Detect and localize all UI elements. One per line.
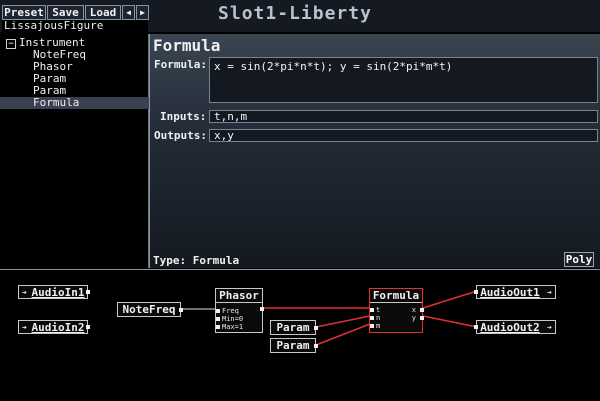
output-port[interactable] [260,307,264,311]
prev-preset-button[interactable]: ◀ [122,5,135,20]
output-port[interactable] [314,344,318,348]
formula-label: Formula: [154,58,207,71]
phasor-label: Phasor [216,289,262,303]
audioout2-label: AudioOut2 [480,321,540,334]
arrow-right-icon: ➔ [547,323,552,332]
audioin2-label: AudioIn2 [31,321,85,334]
param-node-2[interactable]: Param [270,338,318,353]
poly-button[interactable]: Poly [564,252,594,267]
outputs-field[interactable]: x,y [209,129,598,142]
formula-node-label: Formula [370,289,422,303]
inputs-field[interactable]: t,n,m [209,110,598,123]
input-port-t[interactable] [370,308,374,312]
load-button[interactable]: Load [85,5,121,20]
preset-button[interactable]: Preset [2,5,46,20]
param-node-1[interactable]: Param [270,320,318,335]
notefreq-label: NoteFreq [122,303,176,316]
port-label-y: y [411,314,416,322]
param-label: Param [276,321,310,334]
port-label-t: t [376,306,381,314]
audioout1-label: AudioOut1 [480,286,540,299]
patch-graph[interactable]: ➔ AudioIn1 ➔ AudioIn2 NoteFreq Phasor Fr… [0,269,600,400]
input-port-max[interactable] [216,325,220,329]
output-port[interactable] [314,326,318,330]
input-port-n[interactable] [370,316,374,320]
port-label-max: Max=1 [222,323,244,331]
instrument-tree: − Instrument NoteFreq Phasor Param Param… [0,34,181,268]
phasor-node[interactable]: Phasor Freq Min=0 Max=1 [215,288,264,333]
port-label-x: x [411,306,416,314]
input-port-freq[interactable] [216,309,220,313]
wire-param1-formula [315,315,371,328]
formula-input[interactable]: x = sin(2*pi*n*t); y = sin(2*pi*m*t) [209,57,598,103]
notefreq-node[interactable]: NoteFreq [117,302,183,317]
outputs-label: Outputs: [154,129,207,142]
audioout1-node[interactable]: AudioOut1 ➔ [474,285,556,299]
type-label: Type: Formula [153,254,240,267]
wire-formula-out1 [422,290,478,309]
output-port[interactable] [86,290,90,294]
audioin2-node[interactable]: ➔ AudioIn2 [18,320,90,334]
audioin1-label: AudioIn1 [31,286,85,299]
port-label-n: n [376,314,381,322]
inputs-label: Inputs: [160,110,207,123]
output-port[interactable] [179,308,183,312]
formula-panel: Formula Formula: x = sin(2*pi*n*t); y = … [149,34,600,268]
port-label-min: Min=0 [222,315,244,323]
port-label-m: m [376,322,381,330]
top-toolbar: Preset Save Load ◀ ▶ LissajousFigure Slo… [0,0,600,33]
arrow-right-icon: ➔ [547,288,552,297]
audioin1-node[interactable]: ➔ AudioIn1 [18,285,90,299]
panel-title: Formula [153,36,221,55]
wire-formula-out2 [422,315,478,328]
output-port[interactable] [86,325,90,329]
output-port-x[interactable] [420,308,424,312]
wire-param2-formula [315,323,371,346]
port-label-freq: Freq [222,307,239,315]
save-button[interactable]: Save [47,5,84,20]
audioout2-node[interactable]: AudioOut2 ➔ [474,320,556,334]
next-preset-button[interactable]: ▶ [136,5,149,20]
app-title: Slot1-Liberty [218,3,372,24]
input-port-min[interactable] [216,317,220,321]
param-label: Param [276,339,310,352]
formula-node[interactable]: Formula t n m x y [369,288,424,333]
preset-name-field[interactable]: LissajousFigure [2,20,148,33]
output-port-y[interactable] [420,316,424,320]
input-port-m[interactable] [370,324,374,328]
